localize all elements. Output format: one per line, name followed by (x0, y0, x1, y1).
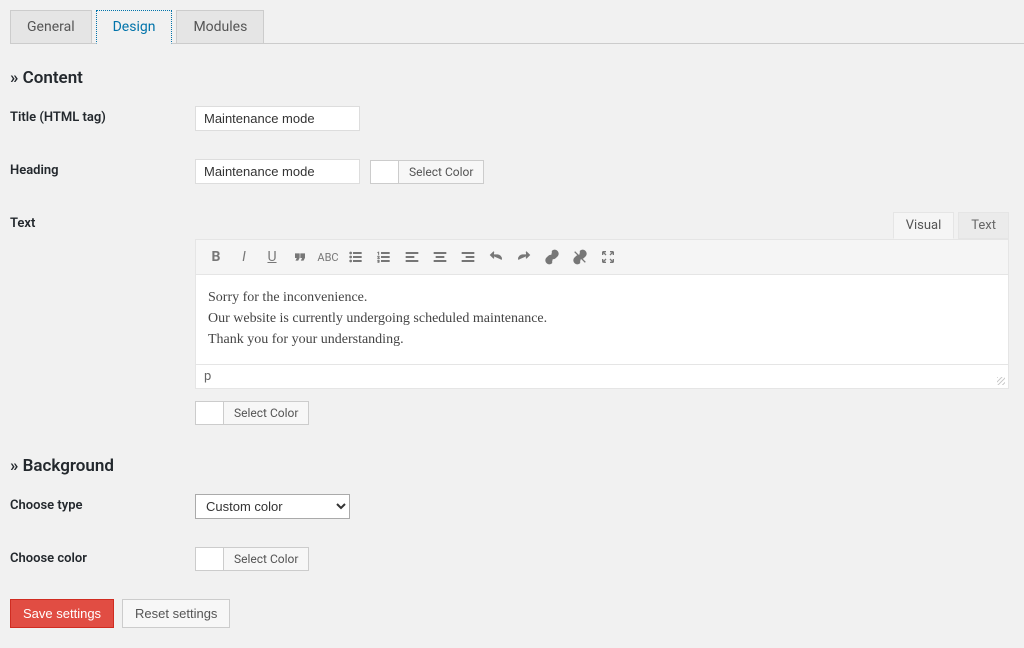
heading-color-button[interactable]: Select Color (370, 160, 484, 184)
label-text: Text (10, 212, 195, 231)
editor-line: Our website is currently undergoing sche… (208, 308, 996, 329)
field-bg-color: Choose color Select Color (10, 547, 1009, 571)
fullscreen-icon[interactable] (596, 245, 620, 269)
underline-icon[interactable]: U (260, 245, 284, 269)
resize-handle-icon[interactable] (994, 374, 1006, 386)
numbered-list-icon[interactable]: 123 (372, 245, 396, 269)
label-title: Title (HTML tag) (10, 106, 195, 125)
undo-icon[interactable] (484, 245, 508, 269)
text-color-label: Select Color (224, 402, 308, 424)
section-background-heading: » Background (10, 456, 1009, 476)
field-text: Text Visual Text B I U ABC 123 (10, 212, 1009, 428)
save-button[interactable]: Save settings (10, 599, 114, 628)
unlink-icon[interactable] (568, 245, 592, 269)
color-swatch-icon (196, 402, 224, 424)
tab-general[interactable]: General (10, 10, 92, 43)
heading-color-label: Select Color (399, 161, 483, 183)
editor-tabs: Visual Text (195, 212, 1009, 239)
bg-color-button[interactable]: Select Color (195, 547, 309, 571)
strikethrough-icon[interactable]: ABC (316, 245, 340, 269)
bg-type-select[interactable]: Custom color (195, 494, 350, 519)
link-icon[interactable] (540, 245, 564, 269)
label-heading: Heading (10, 159, 195, 178)
editor-tab-visual[interactable]: Visual (893, 212, 955, 239)
form-actions: Save settings Reset settings (10, 599, 1009, 628)
field-heading: Heading Select Color (10, 159, 1009, 184)
color-swatch-icon (196, 548, 224, 570)
settings-form: » Content Title (HTML tag) Heading Selec… (0, 44, 1024, 648)
editor-line: Sorry for the inconvenience. (208, 287, 996, 308)
align-center-icon[interactable] (428, 245, 452, 269)
section-content-heading: » Content (10, 68, 1009, 88)
redo-icon[interactable] (512, 245, 536, 269)
bold-icon[interactable]: B (204, 245, 228, 269)
svg-text:3: 3 (377, 258, 379, 263)
editor-line: Thank you for your understanding. (208, 329, 996, 350)
tab-modules[interactable]: Modules (176, 10, 264, 43)
bullet-list-icon[interactable] (344, 245, 368, 269)
field-bg-type: Choose type Custom color (10, 494, 1009, 519)
color-swatch-icon (371, 161, 399, 183)
reset-button[interactable]: Reset settings (122, 599, 230, 628)
tabs-nav: General Design Modules (10, 10, 1024, 44)
text-color-button[interactable]: Select Color (195, 401, 309, 425)
bg-color-label: Select Color (224, 548, 308, 570)
label-bg-type: Choose type (10, 494, 195, 513)
editor-tab-text[interactable]: Text (958, 212, 1009, 239)
text-editor: Visual Text B I U ABC 123 (195, 212, 1009, 428)
tab-design[interactable]: Design (96, 10, 173, 44)
italic-icon[interactable]: I (232, 245, 256, 269)
title-input[interactable] (195, 106, 360, 131)
editor-element-path: p (195, 365, 1009, 389)
field-title: Title (HTML tag) (10, 106, 1009, 131)
align-right-icon[interactable] (456, 245, 480, 269)
align-left-icon[interactable] (400, 245, 424, 269)
blockquote-icon[interactable] (288, 245, 312, 269)
editor-toolbar: B I U ABC 123 (195, 239, 1009, 275)
label-bg-color: Choose color (10, 547, 195, 566)
editor-content[interactable]: Sorry for the inconvenience. Our website… (195, 275, 1009, 365)
heading-input[interactable] (195, 159, 360, 184)
